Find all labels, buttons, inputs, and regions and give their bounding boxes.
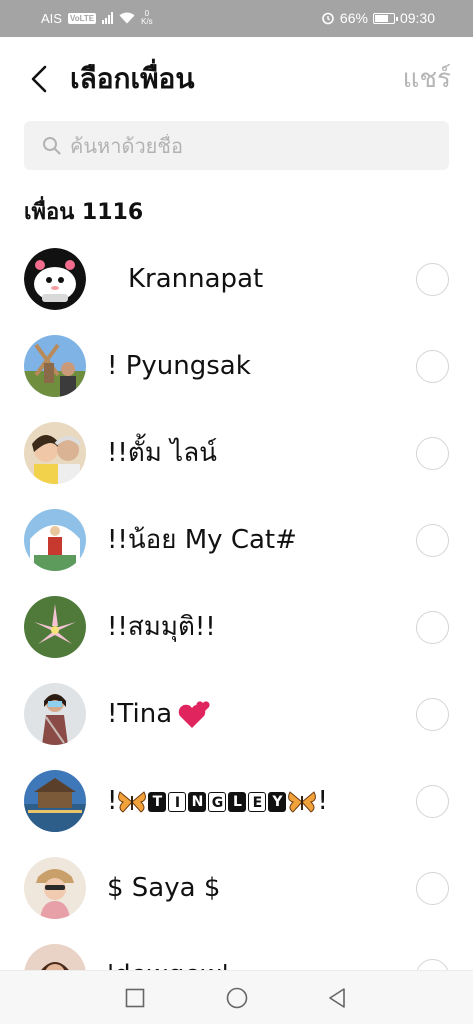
select-radio[interactable] — [416, 698, 449, 731]
letter-tile: G — [208, 791, 227, 812]
network-speed: 0 K/s — [141, 10, 153, 26]
friends-section-title: เพื่อน 1116 — [24, 200, 144, 225]
letter-tile: I — [168, 791, 187, 812]
search-input[interactable] — [70, 133, 410, 158]
select-radio[interactable] — [416, 263, 449, 296]
friend-name: Krannapat — [128, 264, 264, 294]
friend-name-prefix: ! — [107, 786, 118, 816]
select-radio[interactable] — [416, 959, 449, 970]
speed-unit: K/s — [141, 17, 153, 26]
select-radio[interactable] — [416, 437, 449, 470]
select-radio[interactable] — [416, 524, 449, 557]
avatar — [24, 596, 86, 658]
letter-tile: Y — [268, 791, 287, 812]
clock: 09:30 — [399, 10, 435, 26]
friend-row[interactable]: !!น้อย My Cat# — [0, 497, 473, 584]
avatar — [24, 770, 86, 832]
select-radio[interactable] — [416, 785, 449, 818]
battery-icon — [372, 12, 398, 24]
two-hearts-icon — [178, 700, 210, 728]
friend-row[interactable]: ! T I N G L E Y! — [0, 758, 473, 845]
friend-row[interactable]: !!สมมุติ!! — [0, 584, 473, 671]
nav-recents-icon — [125, 988, 145, 1008]
select-radio[interactable] — [416, 611, 449, 644]
avatar — [24, 944, 86, 970]
friend-row[interactable]: 'dewqew' — [0, 932, 473, 970]
select-radio[interactable] — [416, 872, 449, 905]
status-bar: AIS VoLTE 0 K/s 66% 09:30 — [0, 0, 473, 37]
nav-back-icon — [329, 988, 345, 1008]
back-button[interactable] — [22, 59, 56, 99]
select-radio[interactable] — [416, 350, 449, 383]
letter-tile: L — [228, 791, 247, 812]
avatar — [24, 248, 86, 310]
home-button[interactable] — [224, 985, 250, 1011]
friend-name: ! T I N G L E Y! — [107, 784, 328, 818]
friend-name: 'dewqew' — [107, 958, 229, 970]
avatar — [24, 683, 86, 745]
wifi-icon — [119, 12, 135, 24]
friend-name: $ Saya $ — [107, 873, 221, 903]
back-nav-button[interactable] — [324, 985, 350, 1011]
friend-row[interactable]: $ Saya $ — [0, 845, 473, 932]
network-badge: VoLTE — [67, 12, 97, 24]
avatar — [24, 422, 86, 484]
friend-name: !Tina — [107, 697, 212, 731]
avatar — [24, 509, 86, 571]
friend-name: !!ตั้ม ไลน์ — [107, 438, 217, 468]
friend-row[interactable]: !!ตั้ม ไลน์ — [0, 410, 473, 497]
share-button[interactable]: แชร์ — [403, 59, 451, 99]
letter-tile: T — [148, 791, 167, 812]
signal-icon — [102, 12, 114, 24]
status-left: AIS VoLTE 0 K/s — [41, 10, 153, 26]
avatar — [24, 857, 86, 919]
search-icon — [43, 136, 61, 155]
butterfly-icon — [118, 790, 147, 813]
friend-name: !!สมมุติ!! — [107, 612, 216, 642]
friend-row[interactable]: Krannapat — [0, 236, 473, 323]
butterfly-icon — [288, 790, 317, 813]
page-title: เลือกเพื่อน — [70, 62, 195, 95]
alarm-icon — [322, 12, 334, 25]
battery-percent: 66% — [339, 10, 368, 26]
header: เลือกเพื่อน แชร์ — [0, 37, 473, 119]
friend-name-suffix: ! — [317, 786, 328, 816]
friend-row[interactable]: ! Pyungsak — [0, 323, 473, 410]
recents-button[interactable] — [122, 985, 148, 1011]
search-bar[interactable] — [24, 121, 449, 170]
system-nav-bar — [0, 970, 473, 1024]
letter-tile: E — [248, 791, 267, 812]
back-arrow-icon — [31, 65, 47, 93]
letter-tile: N — [188, 791, 207, 812]
friend-row[interactable]: !Tina — [0, 671, 473, 758]
friend-name-text: !Tina — [107, 699, 173, 729]
avatar — [24, 335, 86, 397]
friend-name: ! Pyungsak — [107, 351, 251, 381]
nav-home-icon — [226, 987, 248, 1009]
status-right: 66% 09:30 — [321, 10, 435, 26]
friend-name: !!น้อย My Cat# — [107, 525, 297, 555]
friend-list: Krannapat ! Pyungsak !!ตั้ม ไลน์ !!น้อย … — [0, 236, 473, 970]
carrier-label: AIS — [41, 10, 62, 26]
